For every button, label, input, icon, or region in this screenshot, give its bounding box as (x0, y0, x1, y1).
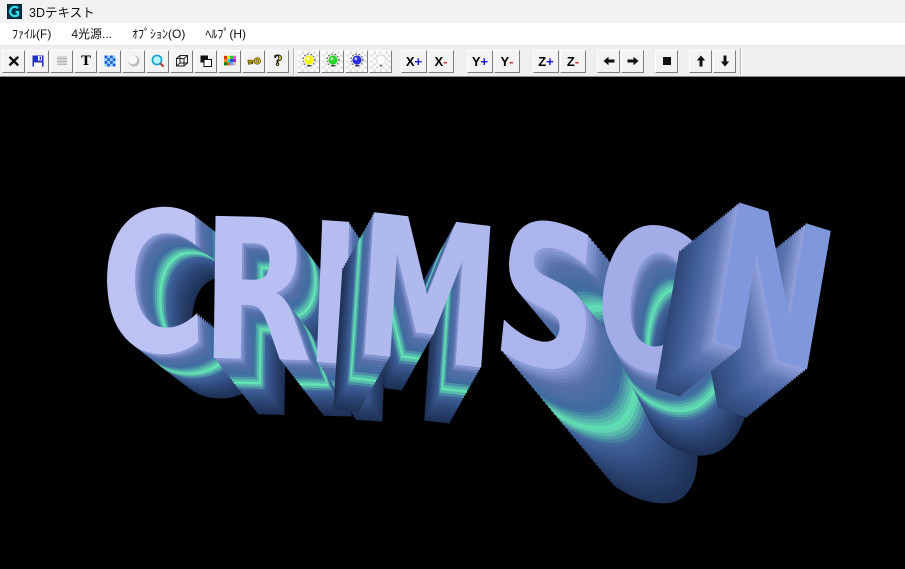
forward-button[interactable] (621, 50, 644, 73)
bulb-icon (349, 53, 365, 69)
light-blue-button[interactable] (345, 50, 368, 73)
title-bar: 3Dテキスト (0, 0, 905, 23)
rotate-y-minus-button[interactable]: Y- (494, 50, 520, 73)
dither-button[interactable] (50, 50, 73, 73)
stop-button[interactable] (655, 50, 678, 73)
rotate-x-plus-button[interactable]: X+ (401, 50, 427, 73)
bulb-icon (325, 53, 341, 69)
stop-icon (663, 57, 671, 65)
light-yellow-button[interactable] (297, 50, 320, 73)
svg-text:T: T (81, 54, 91, 69)
toolbar-separator (740, 48, 741, 75)
render-canvas[interactable]: CRIMSON (0, 77, 905, 569)
zoom-button[interactable] (146, 50, 169, 73)
texture-icon (102, 53, 118, 69)
bulb-icon (373, 53, 389, 69)
letter-C: C (97, 171, 209, 400)
box-3d-icon (174, 53, 190, 69)
box-3d-button[interactable] (170, 50, 193, 73)
close-icon (6, 53, 22, 69)
help-button[interactable]: ? (266, 50, 289, 73)
svg-text:?: ? (273, 54, 281, 69)
rotate-x-minus-button[interactable]: X- (428, 50, 454, 73)
copy-button[interactable] (194, 50, 217, 73)
light-green-button[interactable] (321, 50, 344, 73)
letter-N: N (695, 162, 850, 417)
zoom-icon (150, 53, 166, 69)
sphere-icon (126, 53, 142, 69)
bulb-icon (301, 53, 317, 69)
menu-light-sources[interactable]: 4光源... (61, 22, 122, 46)
arrow-left-icon (601, 53, 617, 69)
letter-M: M (348, 174, 506, 414)
save-icon (30, 53, 46, 69)
light-white-button[interactable] (369, 50, 392, 73)
rotate-z-minus-button[interactable]: Z- (560, 50, 586, 73)
arrow-right-icon (625, 53, 641, 69)
close-button[interactable] (2, 50, 25, 73)
app-icon[interactable] (7, 4, 22, 19)
key-icon (246, 53, 262, 69)
arrow-down-icon (717, 53, 733, 69)
rotate-z-plus-button[interactable]: Z+ (533, 50, 559, 73)
menu-options[interactable]: ｵﾌﾟｼｮﾝ(O) (122, 22, 195, 46)
app-window: 3Dテキスト ﾌｧｲﾙ(F) 4光源... ｵﾌﾟｼｮﾝ(O) ﾍﾙﾌﾟ(H) (0, 0, 905, 569)
key-button[interactable] (242, 50, 265, 73)
palette-button[interactable] (218, 50, 241, 73)
save-button[interactable] (26, 50, 49, 73)
window-title: 3Dテキスト (29, 2, 95, 21)
3d-text: CRIMSON (100, 173, 834, 397)
rotate-y-plus-button[interactable]: Y+ (467, 50, 493, 73)
dither-grid-icon (54, 53, 70, 69)
help-icon: ? (270, 53, 286, 69)
toolbar-separator (293, 48, 294, 75)
sphere-button[interactable] (122, 50, 145, 73)
palette-icon (222, 53, 238, 69)
toolbar: T (0, 46, 905, 77)
copy-icon (198, 53, 214, 69)
back-button[interactable] (597, 50, 620, 73)
down-button[interactable] (713, 50, 736, 73)
letter-R: R (200, 179, 314, 406)
menu-file[interactable]: ﾌｧｲﾙ(F) (2, 22, 61, 46)
arrow-up-icon (693, 53, 709, 69)
up-button[interactable] (689, 50, 712, 73)
text-icon: T (78, 53, 94, 69)
menu-help[interactable]: ﾍﾙﾌﾟ(H) (195, 22, 256, 46)
menu-bar: ﾌｧｲﾙ(F) 4光源... ｵﾌﾟｼｮﾝ(O) ﾍﾙﾌﾟ(H) (0, 23, 905, 46)
text-button[interactable]: T (74, 50, 97, 73)
texture-button[interactable] (98, 50, 121, 73)
